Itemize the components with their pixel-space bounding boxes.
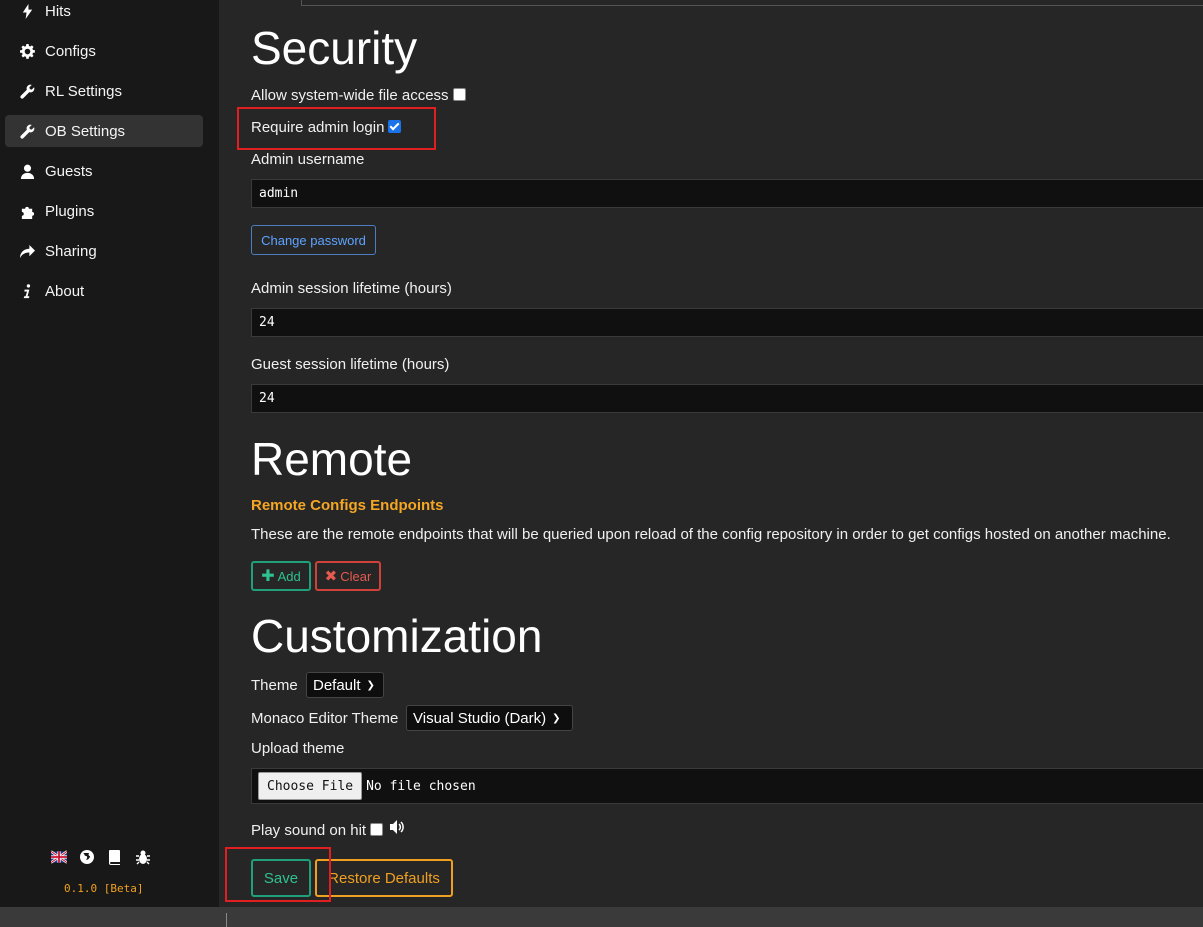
sidebar-item-label: Hits: [45, 2, 71, 20]
sidebar-footer-icons: [50, 848, 152, 866]
info-icon: [19, 283, 35, 299]
system-file-access-checkbox[interactable]: [452, 87, 466, 101]
top-divider: [301, 0, 1203, 6]
remote-configs-subtitle: Remote Configs Endpoints: [251, 497, 444, 514]
no-file-text: No file chosen: [366, 778, 476, 794]
sidebar-item-label: Plugins: [45, 202, 95, 220]
play-sound-row: Play sound on hit: [251, 819, 405, 841]
play-sound-label: Play sound on hit: [251, 821, 367, 839]
admin-username-label: Admin username: [251, 151, 365, 168]
x-icon: ✖: [324, 568, 338, 585]
wrench-icon: [19, 123, 35, 139]
sidebar-item-ob-settings[interactable]: OB Settings: [5, 115, 203, 147]
guest-session-input[interactable]: 24: [251, 384, 1203, 413]
change-password-button[interactable]: Change password: [251, 225, 376, 255]
bug-icon[interactable]: [134, 848, 152, 866]
clear-endpoints-button[interactable]: ✖ Clear: [315, 561, 381, 591]
sidebar-item-rl-settings[interactable]: RL Settings: [5, 75, 203, 107]
system-file-access-label: Allow system-wide file access: [251, 87, 449, 104]
bottom-scrollbar[interactable]: [0, 907, 1203, 927]
user-icon: [19, 163, 35, 179]
uk-flag-icon[interactable]: [50, 848, 68, 866]
monaco-theme-select[interactable]: Visual Studio (Dark) ❯: [406, 705, 573, 731]
chevron-down-icon: ❯: [552, 712, 561, 724]
play-sound-checkbox[interactable]: [370, 822, 384, 836]
remote-title: Remote: [251, 433, 413, 485]
sidebar-item-label: Guests: [45, 162, 93, 180]
puzzle-icon: [19, 203, 35, 219]
sidebar-item-label: OB Settings: [45, 122, 126, 140]
plus-icon: ✚: [261, 568, 275, 585]
sidebar-item-plugins[interactable]: Plugins: [5, 195, 203, 227]
upload-theme-field: Choose File No file chosen: [251, 768, 1203, 804]
sidebar-item-guests[interactable]: Guests: [5, 155, 203, 187]
sidebar-item-label: Sharing: [45, 242, 97, 260]
highlight-box-save: [225, 847, 331, 902]
version-label: 0.1.0 [Beta]: [64, 882, 144, 895]
sidebar-item-hits[interactable]: Hits: [5, 0, 203, 27]
scroll-tick: [226, 913, 227, 927]
admin-username-input[interactable]: admin: [251, 179, 1203, 208]
theme-label: Theme: [251, 677, 298, 694]
guest-session-label: Guest session lifetime (hours): [251, 356, 450, 373]
sidebar-item-label: About: [45, 282, 85, 300]
restore-defaults-button[interactable]: Restore Defaults: [315, 859, 453, 897]
share-icon: [19, 243, 35, 259]
bolt-icon: [19, 3, 35, 19]
sidebar-item-about[interactable]: About: [5, 275, 203, 307]
highlight-box-admin-login: [237, 107, 436, 150]
admin-session-label: Admin session lifetime (hours): [251, 280, 452, 297]
sidebar-item-label: Configs: [45, 42, 96, 60]
customization-title: Customization: [251, 610, 543, 662]
wrench-icon: [19, 83, 35, 99]
sidebar-item-label: RL Settings: [45, 82, 122, 100]
system-file-access-row: Allow system-wide file access: [251, 87, 466, 104]
speaker-icon[interactable]: [389, 819, 405, 839]
gear-icon: [19, 43, 35, 59]
book-icon[interactable]: [106, 848, 124, 866]
chevron-down-icon: ❯: [366, 679, 375, 691]
theme-select[interactable]: Default ❯: [306, 672, 384, 698]
globe-icon[interactable]: [78, 848, 96, 866]
add-endpoint-button[interactable]: ✚ Add: [251, 561, 311, 591]
admin-session-input[interactable]: 24: [251, 308, 1203, 337]
sidebar-item-configs[interactable]: Configs: [5, 35, 203, 67]
sidebar-item-sharing[interactable]: Sharing: [5, 235, 203, 267]
remote-description: These are the remote endpoints that will…: [251, 526, 1171, 543]
choose-file-button[interactable]: Choose File: [258, 772, 363, 800]
upload-theme-label: Upload theme: [251, 740, 345, 757]
sidebar: Hits Configs RL Settings OB Settings Gue…: [0, 0, 219, 907]
security-title: Security: [251, 22, 418, 74]
monaco-theme-label: Monaco Editor Theme: [251, 710, 399, 727]
